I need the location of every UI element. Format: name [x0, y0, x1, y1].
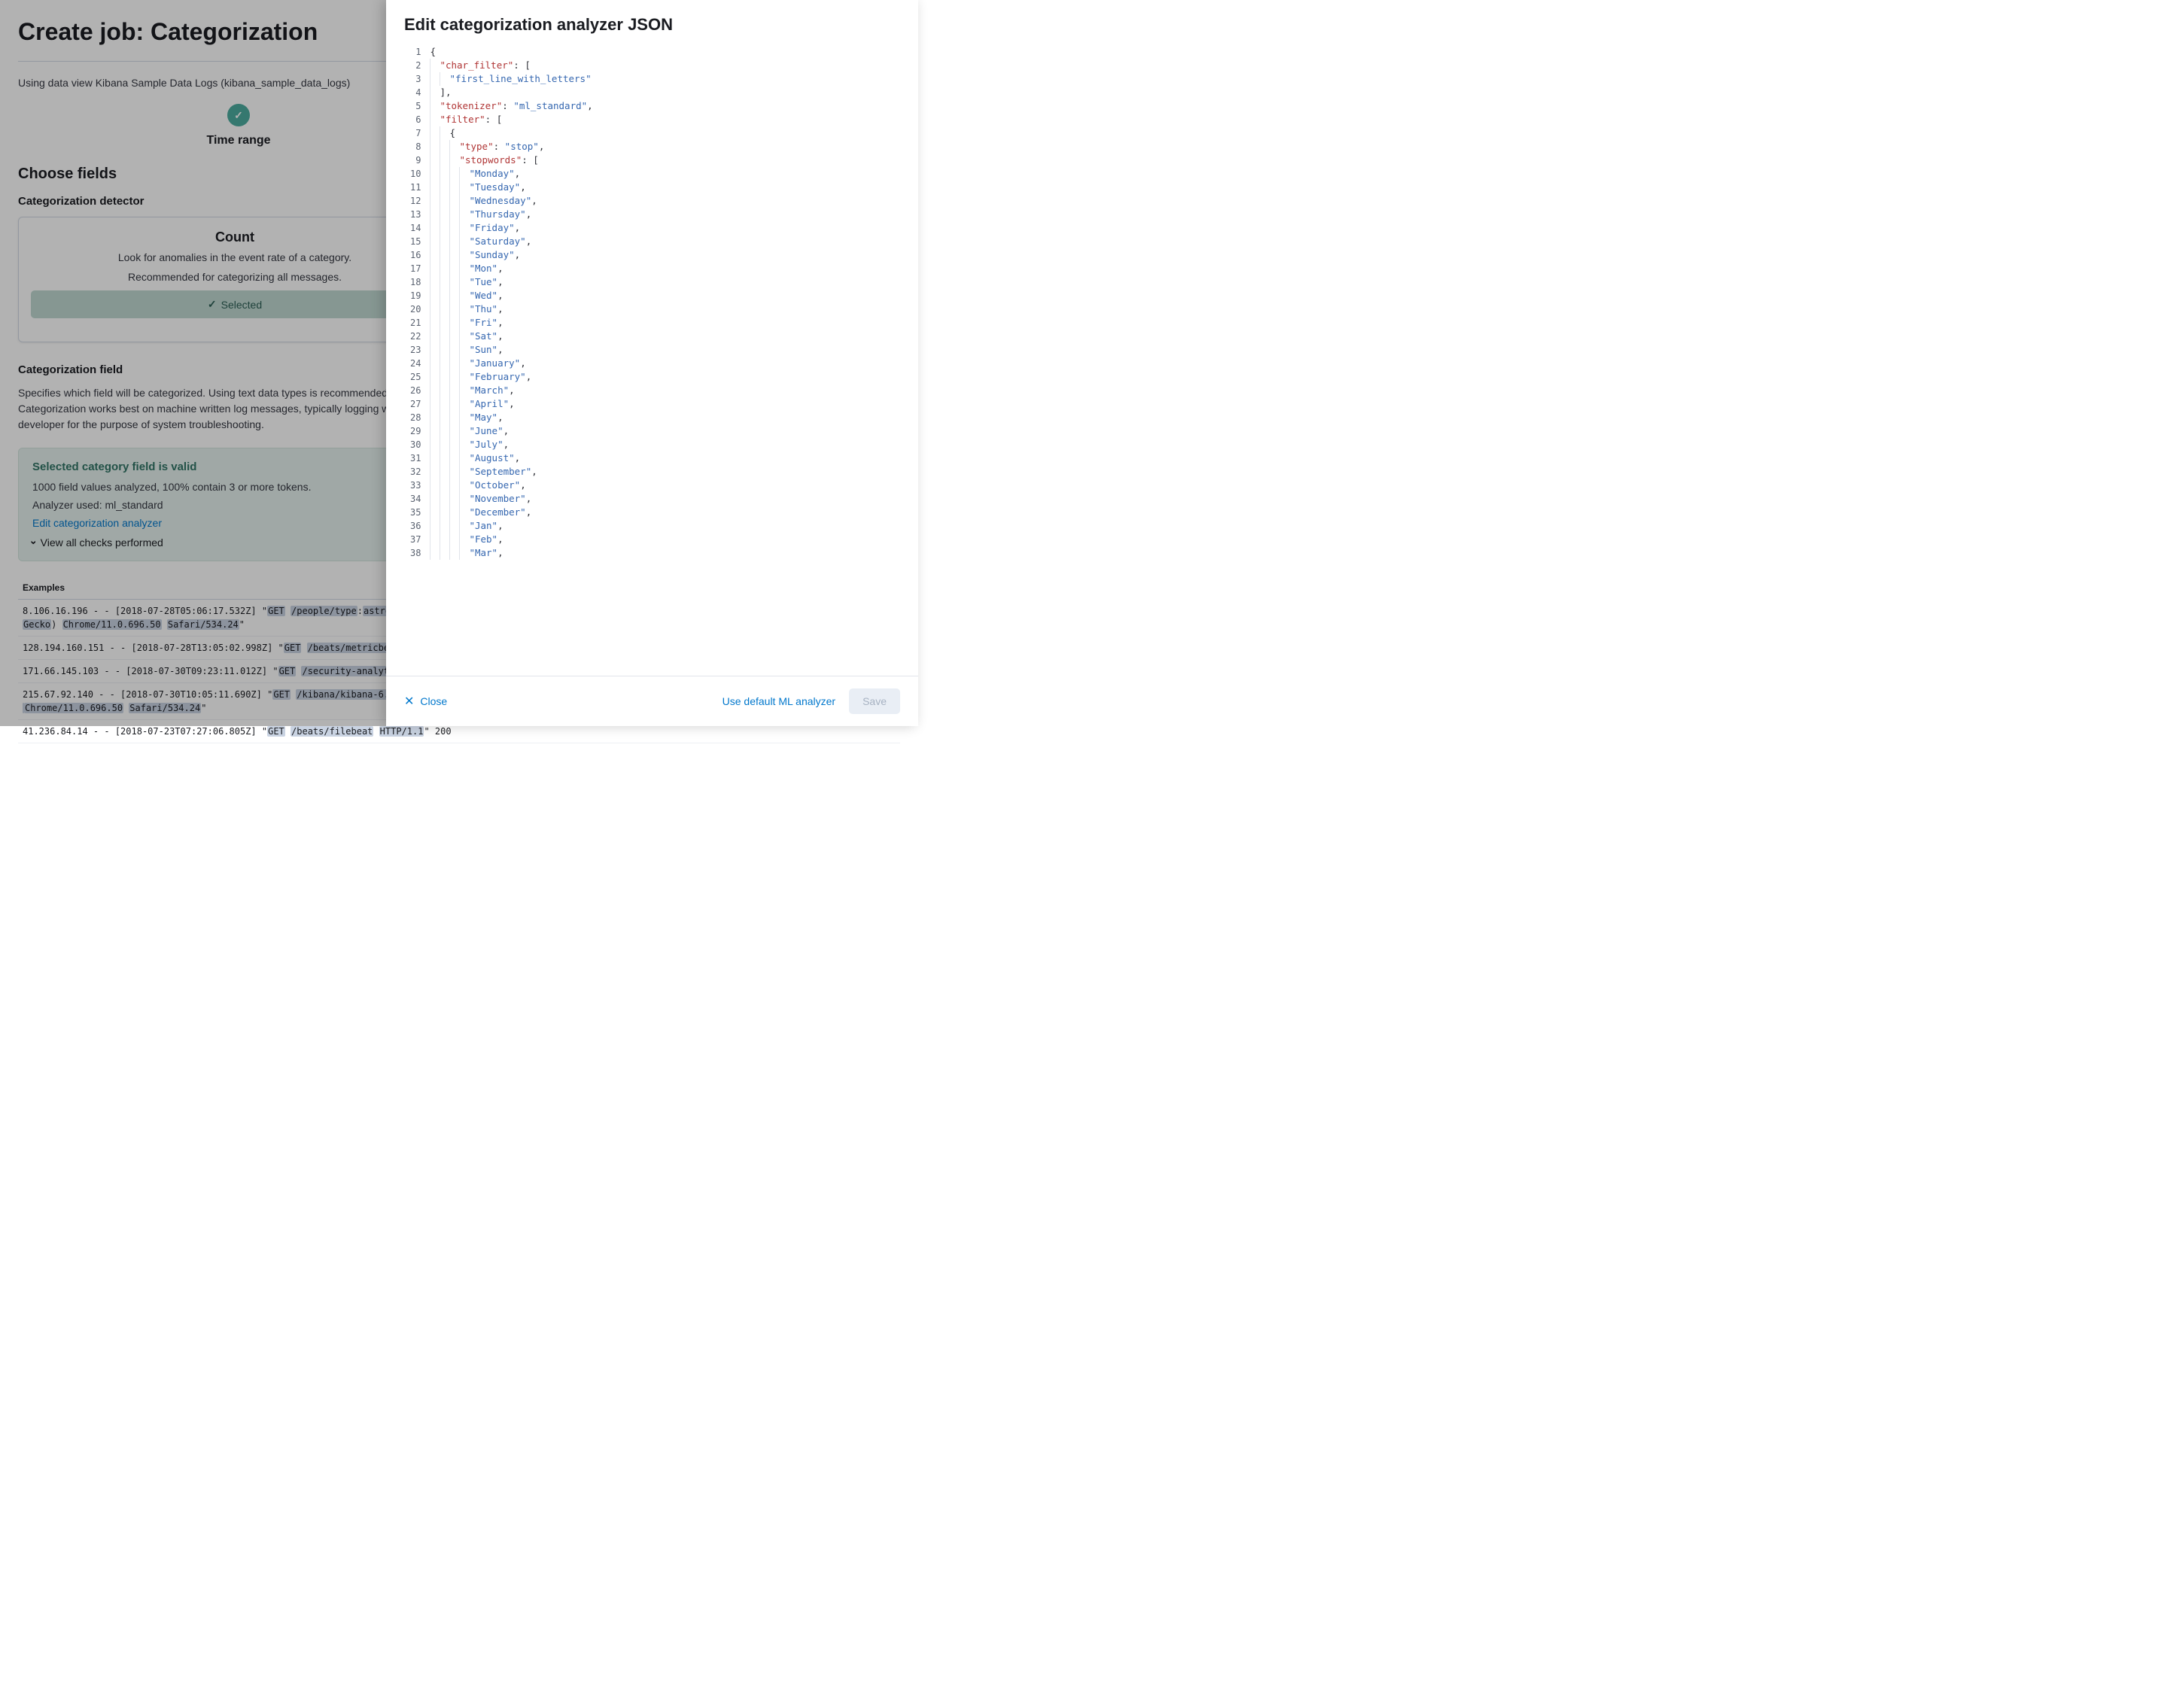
close-label: Close [420, 695, 447, 707]
save-button[interactable]: Save [849, 688, 900, 714]
default-analyzer-link[interactable]: Use default ML analyzer [723, 695, 835, 707]
line-gutter: 1234567891011121314151617181920212223242… [397, 45, 430, 560]
flyout-footer: ✕ Close Use default ML analyzer Save [386, 676, 918, 726]
close-button[interactable]: ✕ Close [404, 694, 447, 709]
flyout-header: Edit categorization analyzer JSON [386, 0, 918, 45]
flyout-body: 1234567891011121314151617181920212223242… [386, 45, 918, 676]
code-content[interactable]: {"char_filter": ["first_line_with_letter… [430, 45, 908, 560]
analyzer-flyout: Edit categorization analyzer JSON 123456… [386, 0, 918, 726]
flyout-title: Edit categorization analyzer JSON [404, 15, 900, 35]
json-editor[interactable]: 1234567891011121314151617181920212223242… [397, 45, 908, 560]
close-icon: ✕ [404, 694, 414, 709]
